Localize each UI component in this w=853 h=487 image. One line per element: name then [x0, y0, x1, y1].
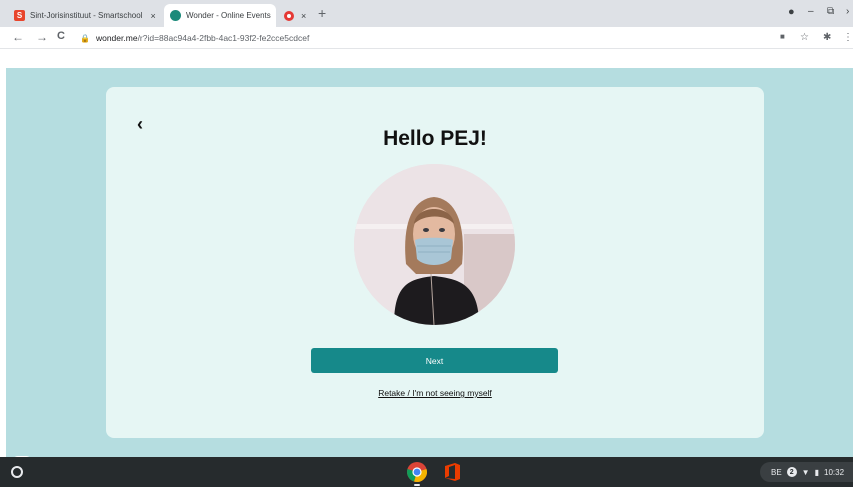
address-bar[interactable]: 🔒 wonder.me/r?id=88ac94a4-2fbb-4ac1-93f2… [80, 30, 770, 46]
notification-badge: 2 [786, 467, 797, 477]
close-tab-icon[interactable]: × [150, 11, 155, 21]
url-path: /r?id=88ac94a4-2fbb-4ac1-93f2-fe2cce5cdc… [137, 33, 310, 43]
close-tab-icon[interactable]: × [301, 11, 306, 21]
tab-strip: S Sint-Jorisinstituut - Smartschool × Wo… [0, 0, 853, 27]
extensions-icon[interactable]: ✱ [823, 32, 831, 43]
menu-icon[interactable]: ⋮ [843, 32, 853, 43]
chrome-icon[interactable] [406, 461, 428, 483]
wonder-icon [170, 10, 181, 21]
new-tab-button[interactable]: + [318, 5, 326, 21]
next-button[interactable]: Next [311, 348, 558, 373]
star-icon[interactable]: ☆ [800, 32, 809, 43]
office-icon[interactable] [443, 462, 462, 482]
camera-icon[interactable]: ■ [780, 32, 785, 41]
close-window-button[interactable]: › [846, 6, 849, 17]
restore-button[interactable]: ⧉ [827, 6, 834, 17]
tab-smartschool[interactable]: S Sint-Jorisinstituut - Smartschool × [8, 4, 162, 27]
os-shelf: BE 2 ▼ ▮ 10:32 [0, 457, 853, 487]
reload-icon[interactable]: C [57, 30, 65, 42]
battery-icon: ▮ [814, 467, 819, 477]
recording-icon [284, 10, 294, 21]
url-host: wonder.me [95, 33, 138, 43]
page-title: Hello PEJ! [383, 127, 487, 150]
selfie-card: ‹ Hello PEJ! Next Retake / I'm not seein… [106, 87, 764, 438]
lock-icon: 🔒 [80, 33, 90, 43]
minimize-button[interactable]: – [808, 6, 814, 17]
retake-link[interactable]: Retake / I'm not seeing myself [106, 388, 764, 398]
avatar [354, 164, 515, 325]
keyboard-layout: BE [771, 467, 782, 477]
tab-wonder[interactable]: Wonder - Online Events [164, 4, 276, 27]
wonder-stage: ‹ Hello PEJ! Next Retake / I'm not seein… [6, 68, 853, 474]
tab-title: Wonder - Online Events [186, 11, 271, 20]
forward-arrow-icon[interactable]: → [36, 30, 48, 44]
status-tray[interactable]: BE 2 ▼ ▮ 10:32 [760, 462, 853, 482]
camera-preview-image [354, 164, 515, 325]
tab-title: Sint-Jorisinstituut - Smartschool [30, 11, 143, 20]
tab-recording[interactable]: × [278, 4, 314, 27]
smartschool-icon: S [14, 10, 25, 21]
clock: 10:32 [824, 467, 845, 477]
back-arrow-icon[interactable]: ← [12, 30, 24, 44]
browser-toolbar: ← → C 🔒 wonder.me/r?id=88ac94a4-2fbb-4ac… [0, 27, 853, 49]
profile-icon[interactable]: ● [788, 6, 795, 18]
launcher-icon[interactable] [11, 466, 23, 478]
page-viewport: ‹ Hello PEJ! Next Retake / I'm not seein… [0, 49, 853, 474]
running-indicator [414, 484, 420, 486]
wifi-icon: ▼ [801, 467, 810, 477]
